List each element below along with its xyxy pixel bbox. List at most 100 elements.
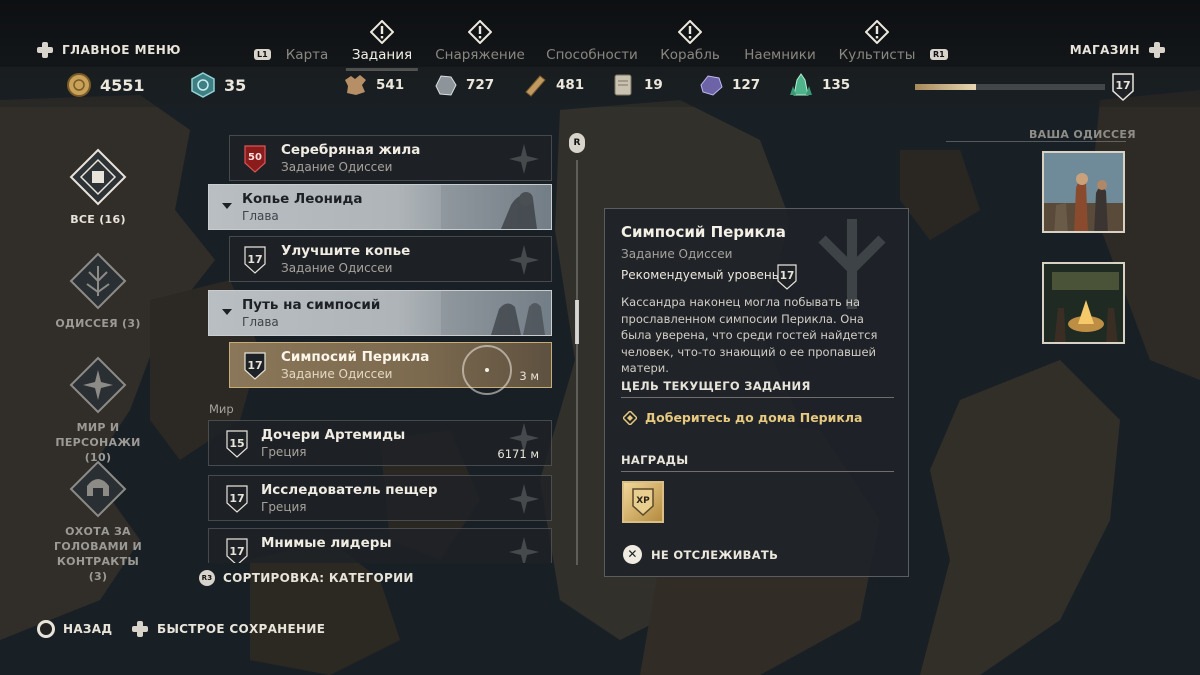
compass-icon [509,537,539,563]
quest-row-false-leaders[interactable]: 17 Мнимые лидеры [208,528,552,563]
level-value: 17 [247,359,263,372]
obsidian-icon [700,75,723,96]
compass-icon [509,144,539,174]
odyssey-thumbnail-2[interactable] [1042,262,1125,344]
detail-title: Симпосий Перикла [621,223,786,241]
category-all[interactable]: ВСЕ (16) [48,148,148,227]
objective-header: ЦЕЛЬ ТЕКУЩЕГО ЗАДАНИЯ [621,379,811,393]
quest-title: Серебряная жила [281,142,421,158]
quest-subtitle: Задание Одиссеи [281,261,393,275]
stone-counter: 19 [610,72,663,98]
current-objective: Доберитесь до дома Перикла [623,410,862,425]
xp-progress-fill [915,84,976,90]
alert-icon [468,20,492,44]
back-button[interactable]: НАЗАД [37,620,112,638]
category-label: МИР И ПЕРСОНАЖИ (10) [55,421,141,464]
chapter-row-leonidas-spear[interactable]: Копье Леонида Глава [208,184,552,230]
obsidian-counter: 127 [698,72,760,98]
recommended-level-label: Рекомендуемый уровень [621,268,779,282]
coin-icon [67,73,91,97]
recommended-level-value: 17 [779,270,795,282]
r-stick-icon: R [569,133,585,153]
divider [621,471,894,472]
stone-value: 19 [644,77,663,93]
odyssey-thumbnail-1[interactable] [1042,151,1125,233]
chapter-row-path-to-symposium[interactable]: Путь на симпосий Глава [208,290,552,336]
iron-value: 727 [466,77,495,93]
level-badge: 15 [226,430,248,458]
xp-reward: XP [622,481,664,523]
quicksave-label: БЫСТРОЕ СОХРАНЕНИЕ [157,622,326,636]
chapter-art-image [441,291,551,335]
compass-icon [509,484,539,514]
level-badge: 17 [226,485,248,513]
chapter-art-image [441,185,551,229]
crystal-counter: 135 [788,72,850,98]
iron-ore-icon [435,75,457,96]
leather-value: 541 [376,77,405,93]
collapse-caret-icon [222,309,232,315]
quest-description: Кассандра наконец могла побывать на прос… [621,295,878,375]
level-badge: 17 [226,538,248,563]
category-world[interactable]: МИР И ПЕРСОНАЖИ (10) [48,356,148,465]
divider [946,141,1126,142]
sort-button[interactable]: R3 СОРТИРОВКА: КАТЕГОРИИ [199,570,414,586]
quest-distance: 3 м [519,369,539,383]
wood-counter: 481 [522,72,584,98]
level-value: 17 [229,492,245,505]
recommended-level-badge: 17 [777,264,797,290]
quest-title: Дочери Артемиды [261,427,406,443]
circle-button-icon [37,620,55,638]
alert-icon [370,20,394,44]
wood-icon [525,75,546,97]
scene-image [1044,153,1123,231]
scrollbar-thumb[interactable] [575,300,579,344]
wood-value: 481 [556,77,585,93]
tab-map[interactable]: Карта [286,47,329,63]
quicksave-button[interactable]: БЫСТРОЕ СОХРАНЕНИЕ [131,620,325,638]
leather-icon [345,75,366,95]
quest-row-silver-vein[interactable]: 50 Серебряная жила Задание Одиссеи [229,135,552,181]
quest-row-cave-explorer[interactable]: 17 Исследователь пещер Греция [208,475,552,521]
quest-title: Симпосий Перикла [281,349,430,365]
category-bounties[interactable]: ОХОТА ЗА ГОЛОВАМИ И КОНТРАКТЫ (3) [48,460,148,584]
tab-abilities[interactable]: Способности [546,47,638,63]
quest-row-daughters-of-artemis[interactable]: 15 Дочери Артемиды Греция 6171 м [208,420,552,466]
category-label: ВСЕ (16) [70,213,126,226]
untrack-label: НЕ ОТСЛЕЖИВАТЬ [651,547,779,562]
quest-subtitle: Задание Одиссеи [281,160,393,174]
xp-progress-bar [915,84,1105,90]
chapter-title: Копье Леонида [242,191,363,207]
xp-icon: XP [632,488,654,517]
tab-gear[interactable]: Снаряжение [435,47,525,63]
level-badge: 17 [244,352,266,380]
quest-row-upgrade-spear[interactable]: 17 Улучшите копье Задание Одиссеи [229,236,552,282]
tab-quests[interactable]: Задания [345,47,419,71]
track-cursor-icon [462,345,512,395]
objective-diamond-icon [623,410,637,425]
ability-points-icon [191,72,215,98]
drachmae-counter: 4551 [66,72,145,98]
your-odyssey-label: ВАША ОДИССЕЯ [1029,128,1136,141]
player-level-badge: 17 [1112,73,1134,102]
quest-list-scrollbar[interactable] [576,160,578,565]
crystal-value: 135 [822,77,851,93]
quest-subtitle: Греция [261,500,307,514]
tab-cultists[interactable]: Культисты [839,47,916,63]
iron-counter: 727 [432,72,494,98]
category-odyssey[interactable]: ОДИССЕЯ (3) [48,252,148,331]
stone-tablet-icon [614,74,632,96]
compass-icon [509,423,539,453]
untrack-button[interactable]: ✕ НЕ ОТСЛЕЖИВАТЬ [623,545,778,564]
odyssey-icon [69,252,127,310]
level-badge: 17 [244,246,266,274]
level-value: 15 [229,437,245,450]
compass-icon [509,245,539,275]
crystal-icon [790,73,812,96]
divider [621,397,894,398]
category-label: ОДИССЕЯ (3) [55,317,141,330]
drachmae-value: 4551 [100,75,145,95]
main-tabs: Карта Задания Снаряжение Способности Кор… [0,0,1200,71]
tab-mercenaries[interactable]: Наемники [744,47,815,63]
tab-ship[interactable]: Корабль [660,47,720,63]
